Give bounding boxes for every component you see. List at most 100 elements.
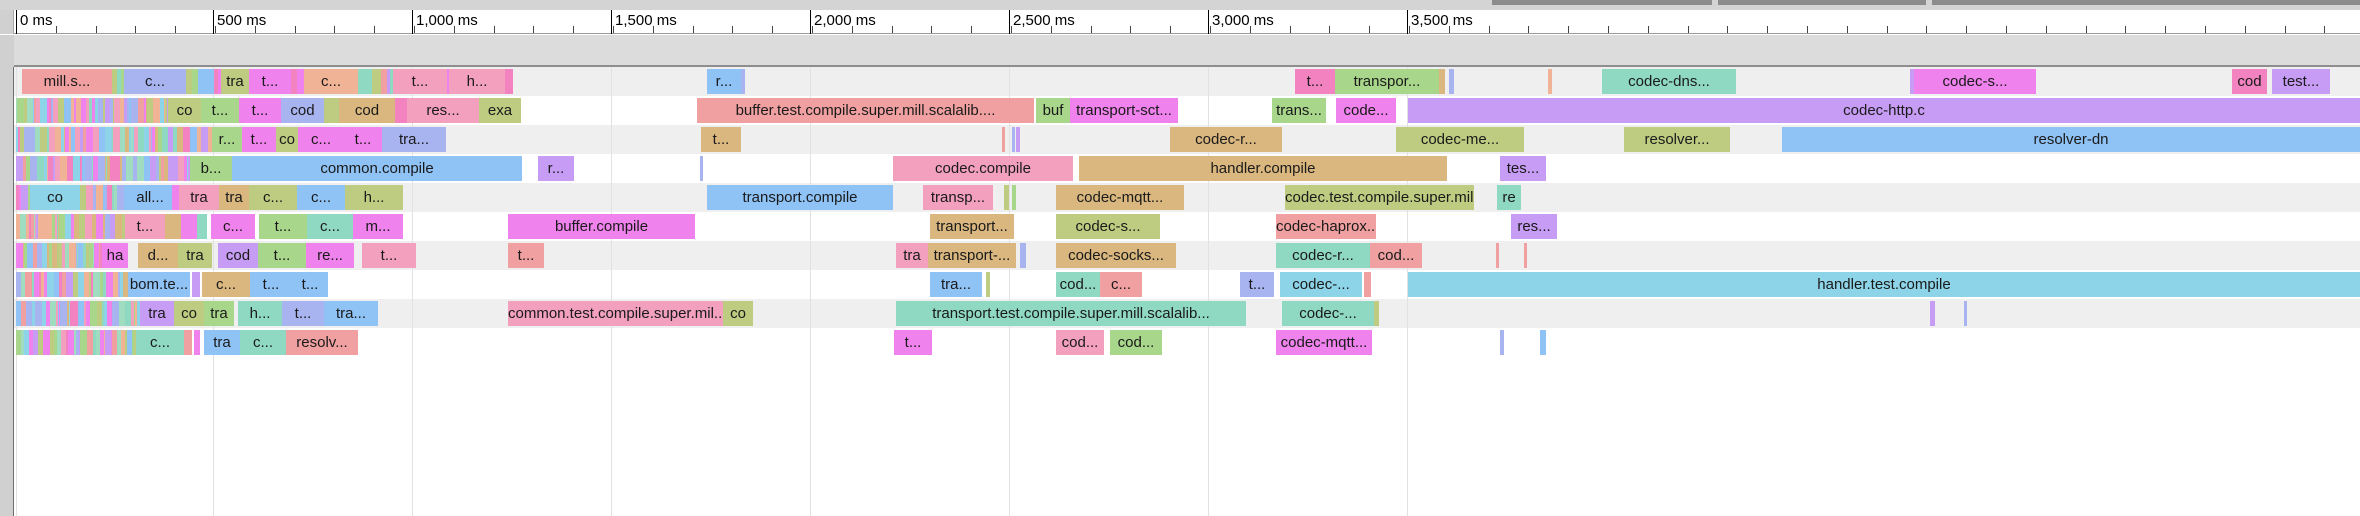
flame-block[interactable]: r...: [538, 156, 574, 181]
minimap-segment[interactable]: [1492, 0, 1712, 5]
flame-sliver[interactable]: [24, 127, 31, 152]
flame-block[interactable]: codec-http.c: [1408, 98, 2360, 123]
flame-block[interactable]: cod...: [1056, 330, 1104, 355]
flame-block[interactable]: t...: [259, 214, 307, 239]
flame-block[interactable]: codec.test.compile.super.mil...: [1285, 185, 1474, 210]
flame-block-unlabeled[interactable]: [1496, 243, 1499, 268]
flame-block[interactable]: t...: [250, 272, 292, 297]
flame-sliver[interactable]: [98, 156, 105, 181]
flame-block-unlabeled[interactable]: [192, 272, 200, 297]
flame-block[interactable]: t...: [292, 272, 328, 297]
flame-sliver[interactable]: [90, 301, 97, 326]
flame-block[interactable]: t...: [894, 330, 932, 355]
flame-block[interactable]: t...: [242, 127, 276, 152]
flame-sliver[interactable]: [21, 185, 28, 210]
flame-block[interactable]: codec-me...: [1396, 127, 1524, 152]
flame-block[interactable]: transport.test.compile.super.mill.scalal…: [896, 301, 1246, 326]
flame-sliver[interactable]: [117, 185, 124, 210]
flame-sliver[interactable]: [153, 98, 160, 123]
flame-row[interactable]: bom.te... c... t... t... tra... cod... c... t..…: [0, 270, 2360, 299]
flame-block-unlabeled[interactable]: [181, 214, 197, 239]
flame-block[interactable]: common.compile: [232, 156, 522, 181]
flame-block[interactable]: buffer.compile: [508, 214, 695, 239]
flame-sliver[interactable]: [201, 127, 208, 152]
flame-block-unlabeled[interactable]: [197, 214, 207, 239]
flame-sliver[interactable]: [35, 301, 42, 326]
flame-sliver[interactable]: [30, 156, 37, 181]
flame-sliver[interactable]: [106, 272, 113, 297]
flame-block[interactable]: t...: [1295, 69, 1335, 94]
flame-sliver[interactable]: [37, 156, 44, 181]
flame-block[interactable]: tra...: [930, 272, 982, 297]
flame-sliver[interactable]: [69, 243, 76, 268]
flame-block[interactable]: codec-socks...: [1056, 243, 1176, 268]
flame-block[interactable]: t...: [344, 127, 382, 152]
flame-row[interactable]: co all... tra tra c... c... h... transport.comp…: [0, 183, 2360, 212]
flame-block[interactable]: resolver...: [1624, 127, 1730, 152]
flame-block[interactable]: trans...: [1272, 98, 1326, 123]
flame-block[interactable]: r...: [212, 127, 242, 152]
flame-row[interactable]: mill.s... c... tra t... c... t... h... r... t...…: [0, 67, 2360, 96]
flame-block[interactable]: tra: [140, 301, 174, 326]
flame-block[interactable]: cod: [218, 243, 258, 268]
flame-block[interactable]: handler.test.compile: [1408, 272, 2360, 297]
flame-block[interactable]: c...: [307, 214, 353, 239]
minimap-segment[interactable]: [1932, 0, 2360, 5]
flame-block[interactable]: t...: [701, 127, 741, 152]
flame-block[interactable]: ha: [102, 243, 128, 268]
flame-rows-container[interactable]: mill.s... c... tra t... c... t... h... r... t...…: [0, 67, 2360, 516]
flame-sliver[interactable]: [45, 214, 52, 239]
flame-block[interactable]: t...: [362, 243, 416, 268]
flame-block[interactable]: h...: [345, 185, 403, 210]
flame-sliver[interactable]: [66, 272, 73, 297]
flame-block[interactable]: t...: [249, 69, 291, 94]
flame-block[interactable]: t...: [125, 214, 165, 239]
flame-block[interactable]: handler.compile: [1079, 156, 1447, 181]
flame-sliver[interactable]: [60, 156, 67, 181]
flame-block-unlabeled[interactable]: [1548, 69, 1552, 94]
flame-block-unlabeled[interactable]: [1020, 243, 1026, 268]
flame-block-unlabeled[interactable]: [1012, 185, 1016, 210]
flame-block-unlabeled[interactable]: [700, 156, 703, 181]
flame-block[interactable]: buf: [1036, 98, 1070, 123]
flame-block[interactable]: r...: [707, 69, 741, 94]
flame-sliver[interactable]: [190, 127, 197, 152]
flame-block[interactable]: buffer.test.compile.super.mill.scalalib.…: [697, 98, 1034, 123]
minimap-segment[interactable]: [1718, 0, 1926, 5]
flame-sliver[interactable]: [17, 98, 24, 123]
flame-block[interactable]: t...: [393, 69, 447, 94]
flame-block[interactable]: resolv...: [286, 330, 358, 355]
flame-block-unlabeled[interactable]: [986, 272, 990, 297]
flame-block[interactable]: t...: [239, 98, 281, 123]
flame-block[interactable]: transp...: [923, 185, 993, 210]
flame-block-unlabeled[interactable]: [1449, 69, 1454, 94]
flame-block[interactable]: co: [168, 98, 201, 123]
flame-block[interactable]: co: [30, 185, 80, 210]
flame-block-unlabeled[interactable]: [505, 69, 513, 94]
flame-block[interactable]: tra: [219, 185, 249, 210]
flame-sliver[interactable]: [86, 185, 93, 210]
flame-block[interactable]: tra: [204, 330, 240, 355]
flame-block[interactable]: m...: [353, 214, 403, 239]
flame-block-unlabeled[interactable]: [1930, 301, 1935, 326]
flame-block[interactable]: codec-...: [1282, 301, 1374, 326]
flame-row[interactable]: r... t... co c... t... tra... t... codec-r... co…: [0, 125, 2360, 154]
flame-block[interactable]: codec-s...: [1914, 69, 2036, 94]
flame-sliver[interactable]: [112, 301, 119, 326]
flame-block[interactable]: t...: [1240, 272, 1274, 297]
flame-block[interactable]: re...: [306, 243, 354, 268]
flame-block[interactable]: co: [723, 301, 753, 326]
flame-block-unlabeled[interactable]: [184, 330, 192, 355]
flame-block-unlabeled[interactable]: [1364, 272, 1371, 297]
flame-block-unlabeled[interactable]: [395, 98, 407, 123]
flame-block[interactable]: c...: [249, 185, 297, 210]
flame-sliver[interactable]: [131, 98, 138, 123]
flame-block[interactable]: tra...: [382, 127, 446, 152]
flame-block[interactable]: c...: [304, 69, 358, 94]
flame-sliver[interactable]: [113, 127, 120, 152]
flame-block[interactable]: codec-dns...: [1602, 69, 1736, 94]
flame-block-unlabeled[interactable]: [297, 69, 304, 94]
flame-block[interactable]: transport-...: [928, 243, 1016, 268]
flame-block[interactable]: codec-...: [1280, 272, 1362, 297]
flame-block[interactable]: transpor...: [1335, 69, 1439, 94]
